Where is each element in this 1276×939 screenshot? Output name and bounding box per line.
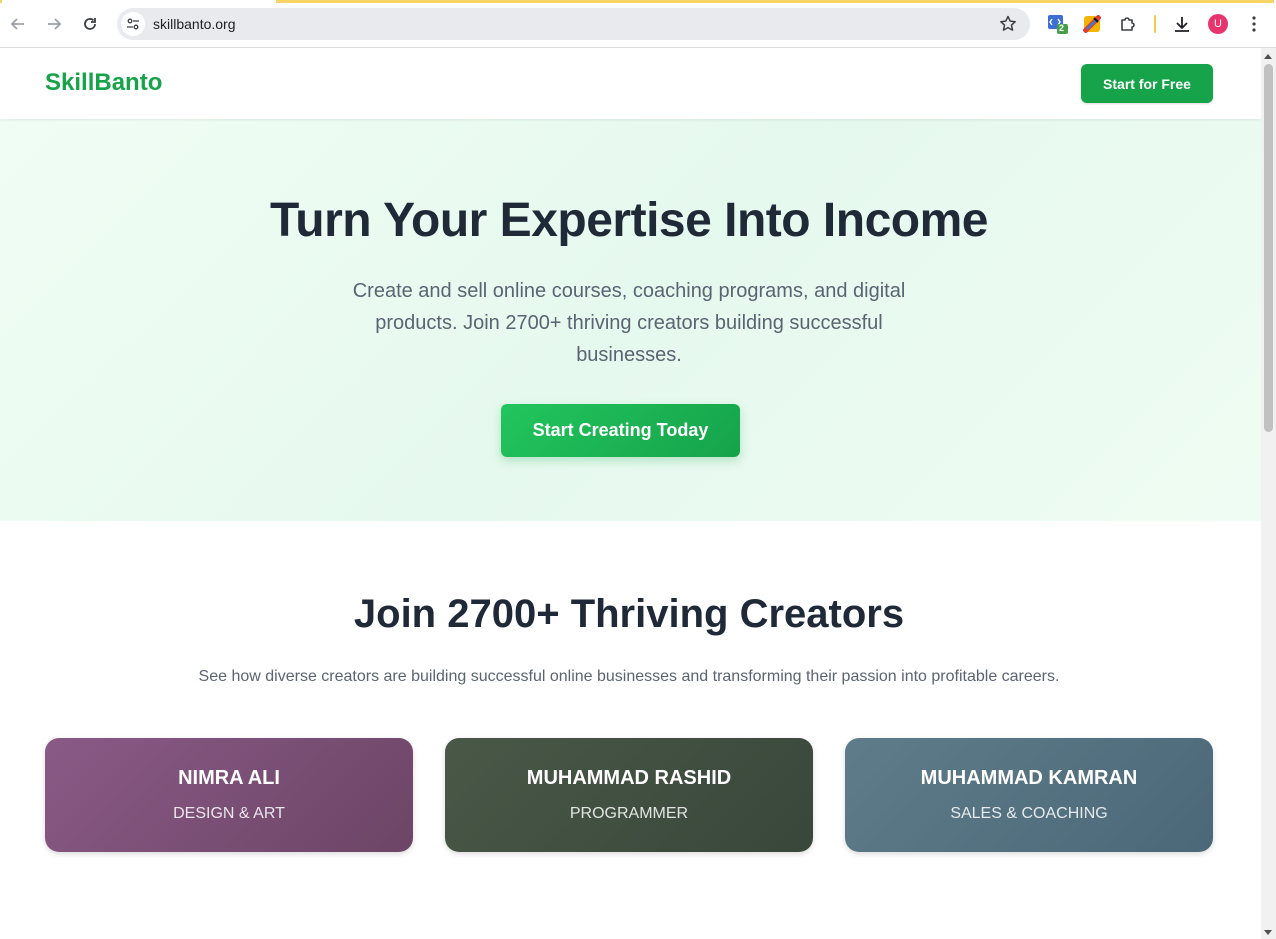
forward-icon[interactable] — [42, 12, 66, 36]
site-info-icon[interactable] — [121, 12, 145, 36]
creator-card[interactable]: MUHAMMAD RASHID PROGRAMMER — [445, 738, 813, 852]
bookmark-star-icon[interactable] — [998, 14, 1018, 34]
creator-name: MUHAMMAD KAMRAN — [920, 767, 1138, 789]
page-viewport: SkillBanto Start for Free Turn Your Expe… — [0, 48, 1261, 939]
extension-colorpicker-icon[interactable] — [1080, 12, 1104, 36]
scroll-thumb[interactable] — [1264, 64, 1273, 432]
extensions-puzzle-icon[interactable] — [1116, 12, 1140, 36]
creator-name: MUHAMMAD RASHID — [526, 767, 732, 789]
site-logo[interactable]: SkillBanto — [45, 69, 162, 97]
site-header: SkillBanto Start for Free — [0, 48, 1261, 119]
page-scrollbar[interactable] — [1261, 48, 1276, 939]
creator-role: SALES & COACHING — [950, 805, 1108, 822]
browser-toolbar: skillbanto.org 2 U — [0, 0, 1276, 48]
profile-avatar[interactable]: U — [1208, 14, 1228, 34]
tab-strip-edge — [0, 0, 1276, 3]
scroll-up-arrow[interactable] — [1264, 54, 1272, 59]
scroll-down-arrow[interactable] — [1264, 930, 1272, 935]
creator-role: DESIGN & ART — [173, 805, 285, 822]
hero-title: Turn Your Expertise Into Income — [270, 194, 988, 247]
creator-card[interactable]: NIMRA ALI DESIGN & ART — [45, 738, 413, 852]
back-icon[interactable] — [6, 12, 30, 36]
toolbar-separator — [1154, 15, 1156, 33]
reload-icon[interactable] — [78, 12, 102, 36]
hero-section: Turn Your Expertise Into Income Create a… — [0, 119, 1261, 521]
creator-role: PROGRAMMER — [569, 805, 689, 822]
more-menu-icon[interactable] — [1242, 12, 1266, 36]
extension-badge: 2 — [1059, 23, 1065, 33]
url-text[interactable]: skillbanto.org — [153, 16, 236, 32]
hero-subtitle: Create and sell online courses, coaching… — [352, 280, 906, 366]
creators-title: Join 2700+ Thriving Creators — [353, 592, 905, 636]
creator-card[interactable]: MUHAMMAD KAMRAN SALES & COACHING — [845, 738, 1213, 852]
start-creating-button[interactable]: Start Creating Today — [501, 404, 740, 457]
download-icon[interactable] — [1170, 12, 1194, 36]
extension-devtools-icon[interactable]: 2 — [1046, 12, 1070, 36]
address-bar[interactable]: skillbanto.org — [117, 8, 1030, 40]
creators-subtitle: See how diverse creators are building su… — [198, 668, 1060, 685]
start-for-free-button[interactable]: Start for Free — [1081, 64, 1213, 103]
creator-name: NIMRA ALI — [178, 767, 280, 789]
